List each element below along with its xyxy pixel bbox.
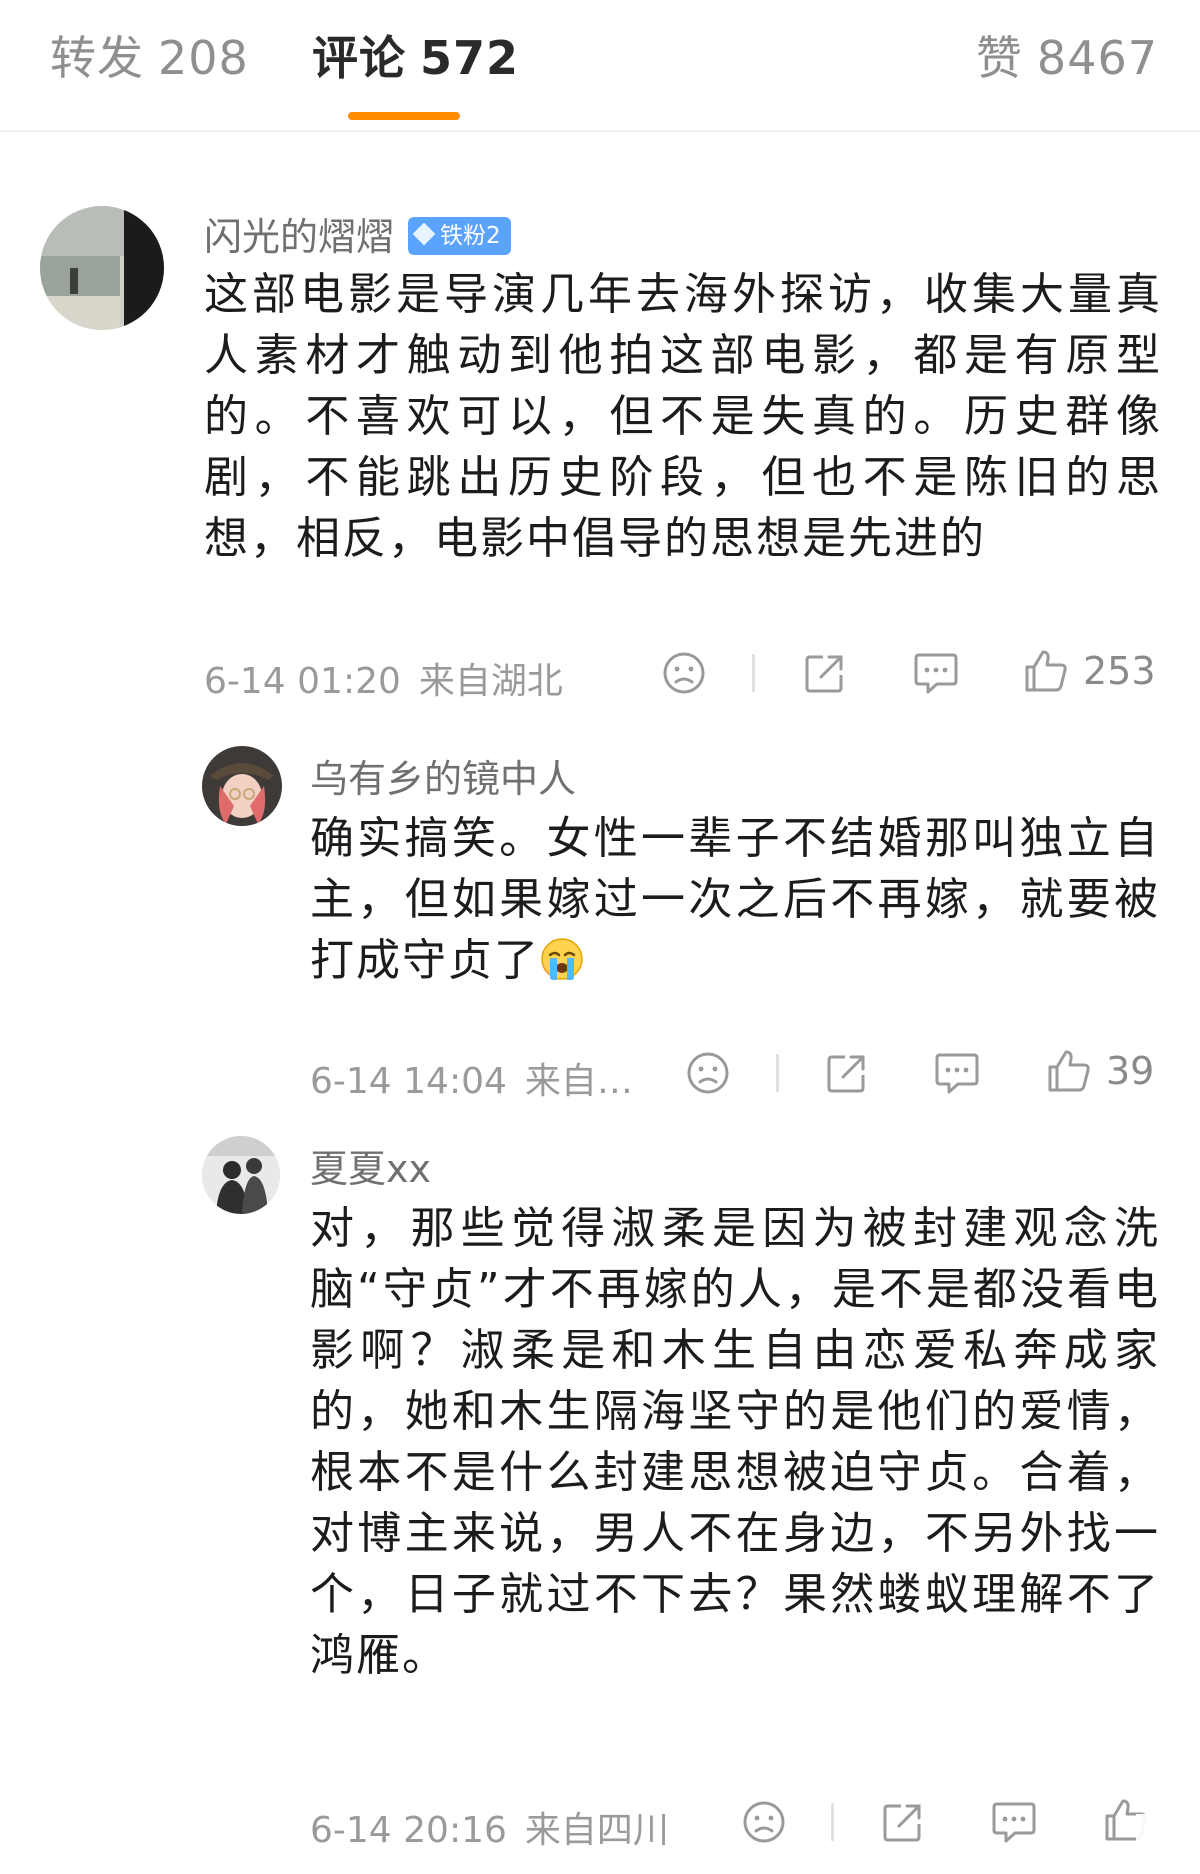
username[interactable]: 夏夏xx bbox=[310, 1138, 431, 1193]
username-text: 乌有乡的镜中人 bbox=[310, 757, 577, 801]
like-count: 39 bbox=[1106, 1049, 1155, 1093]
anime-avatar-image bbox=[202, 746, 282, 826]
comment-time: 6-14 01:20 bbox=[204, 661, 401, 702]
avatar[interactable] bbox=[40, 206, 164, 330]
tab-likes-label: 赞 bbox=[975, 31, 1023, 85]
tab-repost-label: 转发 bbox=[50, 31, 144, 85]
tab-repost[interactable]: 转发 208 bbox=[50, 22, 249, 88]
tab-likes-count: 8467 bbox=[1036, 31, 1158, 85]
dislike-button[interactable] bbox=[742, 1800, 786, 1844]
comment-time: 6-14 20:16 bbox=[310, 1810, 507, 1851]
like-button[interactable]: 253 bbox=[1023, 648, 1156, 694]
comment-icon bbox=[935, 1053, 979, 1094]
comment-meta: 6-14 20:16 来自四川 bbox=[310, 1801, 669, 1853]
tab-comments-count: 572 bbox=[420, 31, 520, 85]
divider bbox=[776, 1054, 779, 1092]
comment-icon bbox=[914, 653, 958, 694]
comment-icon bbox=[992, 1802, 1036, 1843]
thumb-up-icon bbox=[1048, 1050, 1090, 1092]
tab-repost-count: 208 bbox=[158, 31, 249, 85]
fan-badge: 铁粉2 bbox=[408, 216, 511, 255]
reply-button[interactable] bbox=[991, 1800, 1037, 1844]
username-text: 闪光的熠熠 bbox=[204, 215, 395, 259]
comment-text-content: 确实搞笑。女性一辈子不结婚那叫独立自主，但如果嫁过一次之后不再嫁，就要被打成守贞… bbox=[310, 813, 1160, 986]
tab-likes[interactable]: 赞 8467 bbox=[976, 22, 1158, 88]
active-tab-indicator bbox=[348, 112, 460, 120]
username[interactable]: 乌有乡的镜中人 bbox=[310, 748, 576, 803]
username[interactable]: 闪光的熠熠 铁粉2 bbox=[204, 206, 511, 261]
dislike-button[interactable] bbox=[662, 651, 706, 695]
floating-overlay bbox=[1136, 1814, 1200, 1874]
share-icon bbox=[805, 655, 843, 693]
avatar[interactable] bbox=[202, 746, 282, 826]
avatar[interactable] bbox=[202, 1136, 280, 1214]
comment-location: 来自四川 bbox=[524, 1810, 669, 1851]
comment-time: 6-14 14:04 bbox=[310, 1061, 507, 1102]
share-button[interactable] bbox=[803, 651, 847, 695]
diamond-icon bbox=[412, 222, 436, 246]
badge-label: 铁粉2 bbox=[440, 222, 501, 249]
comment-meta: 6-14 14:04 来自… bbox=[310, 1052, 633, 1104]
photo-avatar-image bbox=[202, 1136, 280, 1214]
comment-location: 来自湖北 bbox=[418, 661, 563, 702]
tab-bar: 转发 208 评论 572 赞 8467 bbox=[0, 0, 1200, 132]
comment-meta: 6-14 01:20 来自湖北 bbox=[204, 652, 563, 704]
divider bbox=[831, 1803, 834, 1841]
face-icon bbox=[687, 1052, 729, 1094]
face-icon bbox=[663, 652, 705, 694]
crying-face-icon bbox=[541, 938, 583, 980]
username-text: 夏夏xx bbox=[310, 1147, 431, 1191]
tab-comments[interactable]: 评论 572 bbox=[312, 22, 519, 88]
comment-page: 转发 208 评论 572 赞 8467 闪光的熠熠 铁粉2 这部电影是导演几年去海外探… bbox=[0, 0, 1200, 1874]
comment-text: 确实搞笑。女性一辈子不结婚那叫独立自主，但如果嫁过一次之后不再嫁，就要被打成守贞… bbox=[310, 808, 1160, 991]
reply-button[interactable] bbox=[934, 1051, 980, 1095]
landscape-avatar-image bbox=[40, 206, 164, 330]
share-icon bbox=[827, 1055, 865, 1093]
share-button[interactable] bbox=[825, 1051, 869, 1095]
comment-text: 这部电影是导演几年去海外探访，收集大量真人素材才触动到他拍这部电影，都是有原型的… bbox=[204, 269, 1162, 564]
thumb-up-icon bbox=[1025, 650, 1067, 692]
share-button[interactable] bbox=[881, 1800, 925, 1844]
share-icon bbox=[883, 1804, 921, 1842]
like-button[interactable]: 39 bbox=[1046, 1048, 1154, 1094]
tab-comments-label: 评论 bbox=[312, 31, 406, 85]
like-count: 253 bbox=[1083, 649, 1156, 693]
divider bbox=[752, 654, 755, 692]
comment-text: 对，那些觉得淑柔是因为被封建观念洗脑“守贞”才不再嫁的人，是不是都没看电影啊？淑… bbox=[310, 1203, 1160, 1681]
comment-location: 来自… bbox=[524, 1061, 633, 1102]
dislike-button[interactable] bbox=[686, 1051, 730, 1095]
reply-button[interactable] bbox=[913, 651, 959, 695]
face-icon bbox=[743, 1801, 785, 1843]
